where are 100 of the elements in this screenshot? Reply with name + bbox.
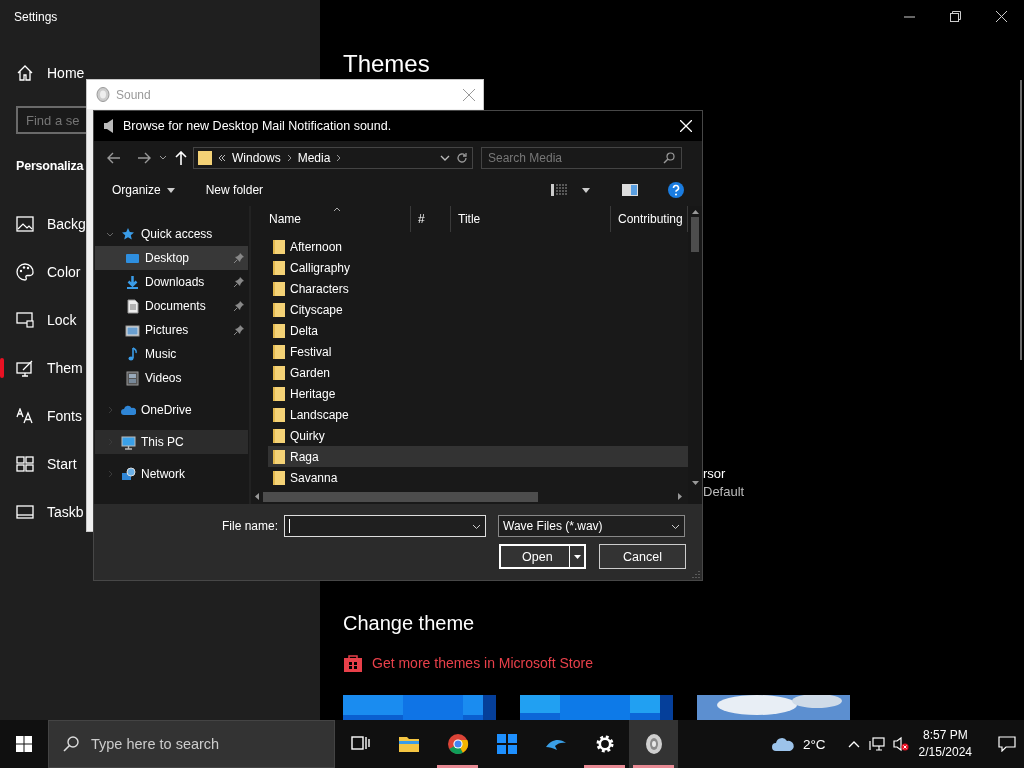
chevron-down-icon[interactable]: [159, 155, 167, 160]
nav-item[interactable]: Start: [47, 456, 77, 472]
tree-item[interactable]: OneDrive: [95, 398, 248, 422]
file-row[interactable]: Festival: [268, 341, 688, 362]
chevron-down-icon: [671, 523, 680, 529]
folder-icon: [273, 364, 285, 381]
scrollbar-thumb[interactable]: [263, 491, 538, 502]
resize-grip-icon[interactable]: [692, 570, 700, 578]
arrow-right-icon: [678, 493, 682, 500]
breadcrumb[interactable]: Media: [297, 150, 331, 165]
palette-icon: [16, 263, 34, 281]
film-icon: [125, 370, 140, 386]
file-row[interactable]: Raga: [268, 446, 688, 467]
tree-item[interactable]: Videos: [95, 366, 248, 390]
search-field[interactable]: Find a se: [16, 106, 86, 134]
up-arrow-icon[interactable]: [175, 150, 187, 165]
nav-item[interactable]: Lock: [47, 312, 77, 328]
nav-item[interactable]: Them: [47, 360, 83, 376]
open-button[interactable]: Open: [499, 544, 586, 569]
network-icon[interactable]: [868, 737, 885, 751]
tiles-icon: [16, 456, 34, 472]
tree-item[interactable]: This PC: [95, 430, 248, 454]
file-type-dropdown[interactable]: Wave Files (*.wav): [498, 515, 685, 537]
document-icon: [125, 298, 140, 314]
file-row[interactable]: Savanna: [268, 467, 688, 488]
nav-link[interactable]: Home: [47, 65, 85, 81]
nav-item[interactable]: Color: [47, 264, 81, 280]
clock[interactable]: 8:57 PM 2/15/2024: [918, 727, 972, 761]
search-field[interactable]: Search Media: [481, 146, 682, 169]
new-folder-button[interactable]: New folder: [205, 178, 272, 202]
scrollbar-thumb[interactable]: [691, 217, 699, 252]
muted-speaker-icon[interactable]: [892, 736, 909, 752]
breadcrumb[interactable]: Windows: [232, 150, 281, 165]
tree-item[interactable]: Downloads: [95, 270, 248, 294]
tree-item[interactable]: Desktop: [95, 246, 248, 270]
file-row[interactable]: Afternoon: [268, 236, 688, 257]
cancel-button[interactable]: Cancel: [599, 544, 686, 569]
computer-icon: [121, 434, 136, 450]
organize-button[interactable]: Organize: [112, 178, 183, 202]
store-link[interactable]: Get more themes in Microsoft Store: [372, 655, 593, 671]
picture-icon: [125, 322, 140, 338]
tree-item[interactable]: Network: [95, 462, 248, 486]
search-field[interactable]: Type here to search: [48, 720, 335, 768]
browser-icon[interactable]: [446, 733, 469, 755]
file-row[interactable]: Calligraphy: [268, 257, 688, 278]
address-bar[interactable]: Windows Media: [193, 146, 473, 169]
setting-value: Default: [703, 483, 745, 501]
search-icon: [63, 736, 79, 752]
back-icon[interactable]: [107, 151, 121, 164]
speaker-icon: [104, 118, 114, 134]
file-row[interactable]: Garden: [268, 362, 688, 383]
font-icon: [16, 408, 34, 424]
refresh-icon[interactable]: [456, 151, 468, 164]
folder-icon: [273, 385, 285, 402]
tree-item[interactable]: Documents: [95, 294, 248, 318]
file-row[interactable]: Heritage: [268, 383, 688, 404]
double-chevron-icon: [218, 153, 226, 162]
file-row[interactable]: Characters: [268, 278, 688, 299]
file-row[interactable]: Cityscape: [268, 299, 688, 320]
chevron-up-icon[interactable]: [847, 740, 860, 748]
column-header[interactable]: Name: [251, 206, 411, 232]
folder-icon: [273, 322, 285, 339]
forward-icon[interactable]: [137, 151, 151, 164]
file-row[interactable]: Delta: [268, 320, 688, 341]
field-label: File name:: [220, 519, 278, 533]
download-icon: [125, 274, 140, 290]
home-icon[interactable]: [16, 64, 34, 82]
setting-label: rsor: [703, 465, 727, 483]
nav-item[interactable]: Backg: [47, 216, 86, 232]
file-name-field[interactable]: [284, 515, 486, 537]
tree-item[interactable]: Quick access: [95, 222, 248, 246]
chevron-down-icon[interactable]: [440, 154, 450, 161]
chevron-right-icon: [286, 153, 292, 162]
nav-item[interactable]: Fonts: [47, 408, 82, 424]
pen-screen-icon: [16, 359, 34, 377]
folder-icon: [273, 448, 285, 465]
caret-icon[interactable]: [582, 187, 590, 193]
tree-item[interactable]: Music: [95, 342, 248, 366]
help-icon[interactable]: [668, 182, 684, 198]
section-heading: Personaliza: [16, 158, 84, 175]
restore-icon[interactable]: [949, 10, 961, 22]
folder-icon: [198, 149, 212, 166]
scrollbar[interactable]: [1020, 80, 1022, 360]
folder-icon: [273, 280, 285, 297]
tree-item[interactable]: Pictures: [95, 318, 248, 342]
tiles-icon[interactable]: [495, 733, 518, 755]
details-view-icon[interactable]: [551, 184, 567, 196]
file-row[interactable]: Quirky: [268, 425, 688, 446]
cloud-icon[interactable]: [770, 736, 795, 752]
windows-logo-icon[interactable]: [16, 736, 32, 752]
file-row[interactable]: Landscape: [268, 404, 688, 425]
nav-item[interactable]: Taskb: [47, 504, 84, 520]
folder-icon: [273, 427, 285, 444]
notification-icon[interactable]: [998, 736, 1016, 752]
dialog-title: Browse for new Desktop Mail Notification sound.: [123, 119, 393, 133]
arrow-up-icon: [691, 210, 699, 214]
temperature[interactable]: 2°C: [802, 736, 826, 752]
column-header[interactable]: #: [411, 206, 451, 232]
close-icon[interactable]: [995, 10, 1007, 22]
column-header[interactable]: Title: [451, 206, 611, 232]
